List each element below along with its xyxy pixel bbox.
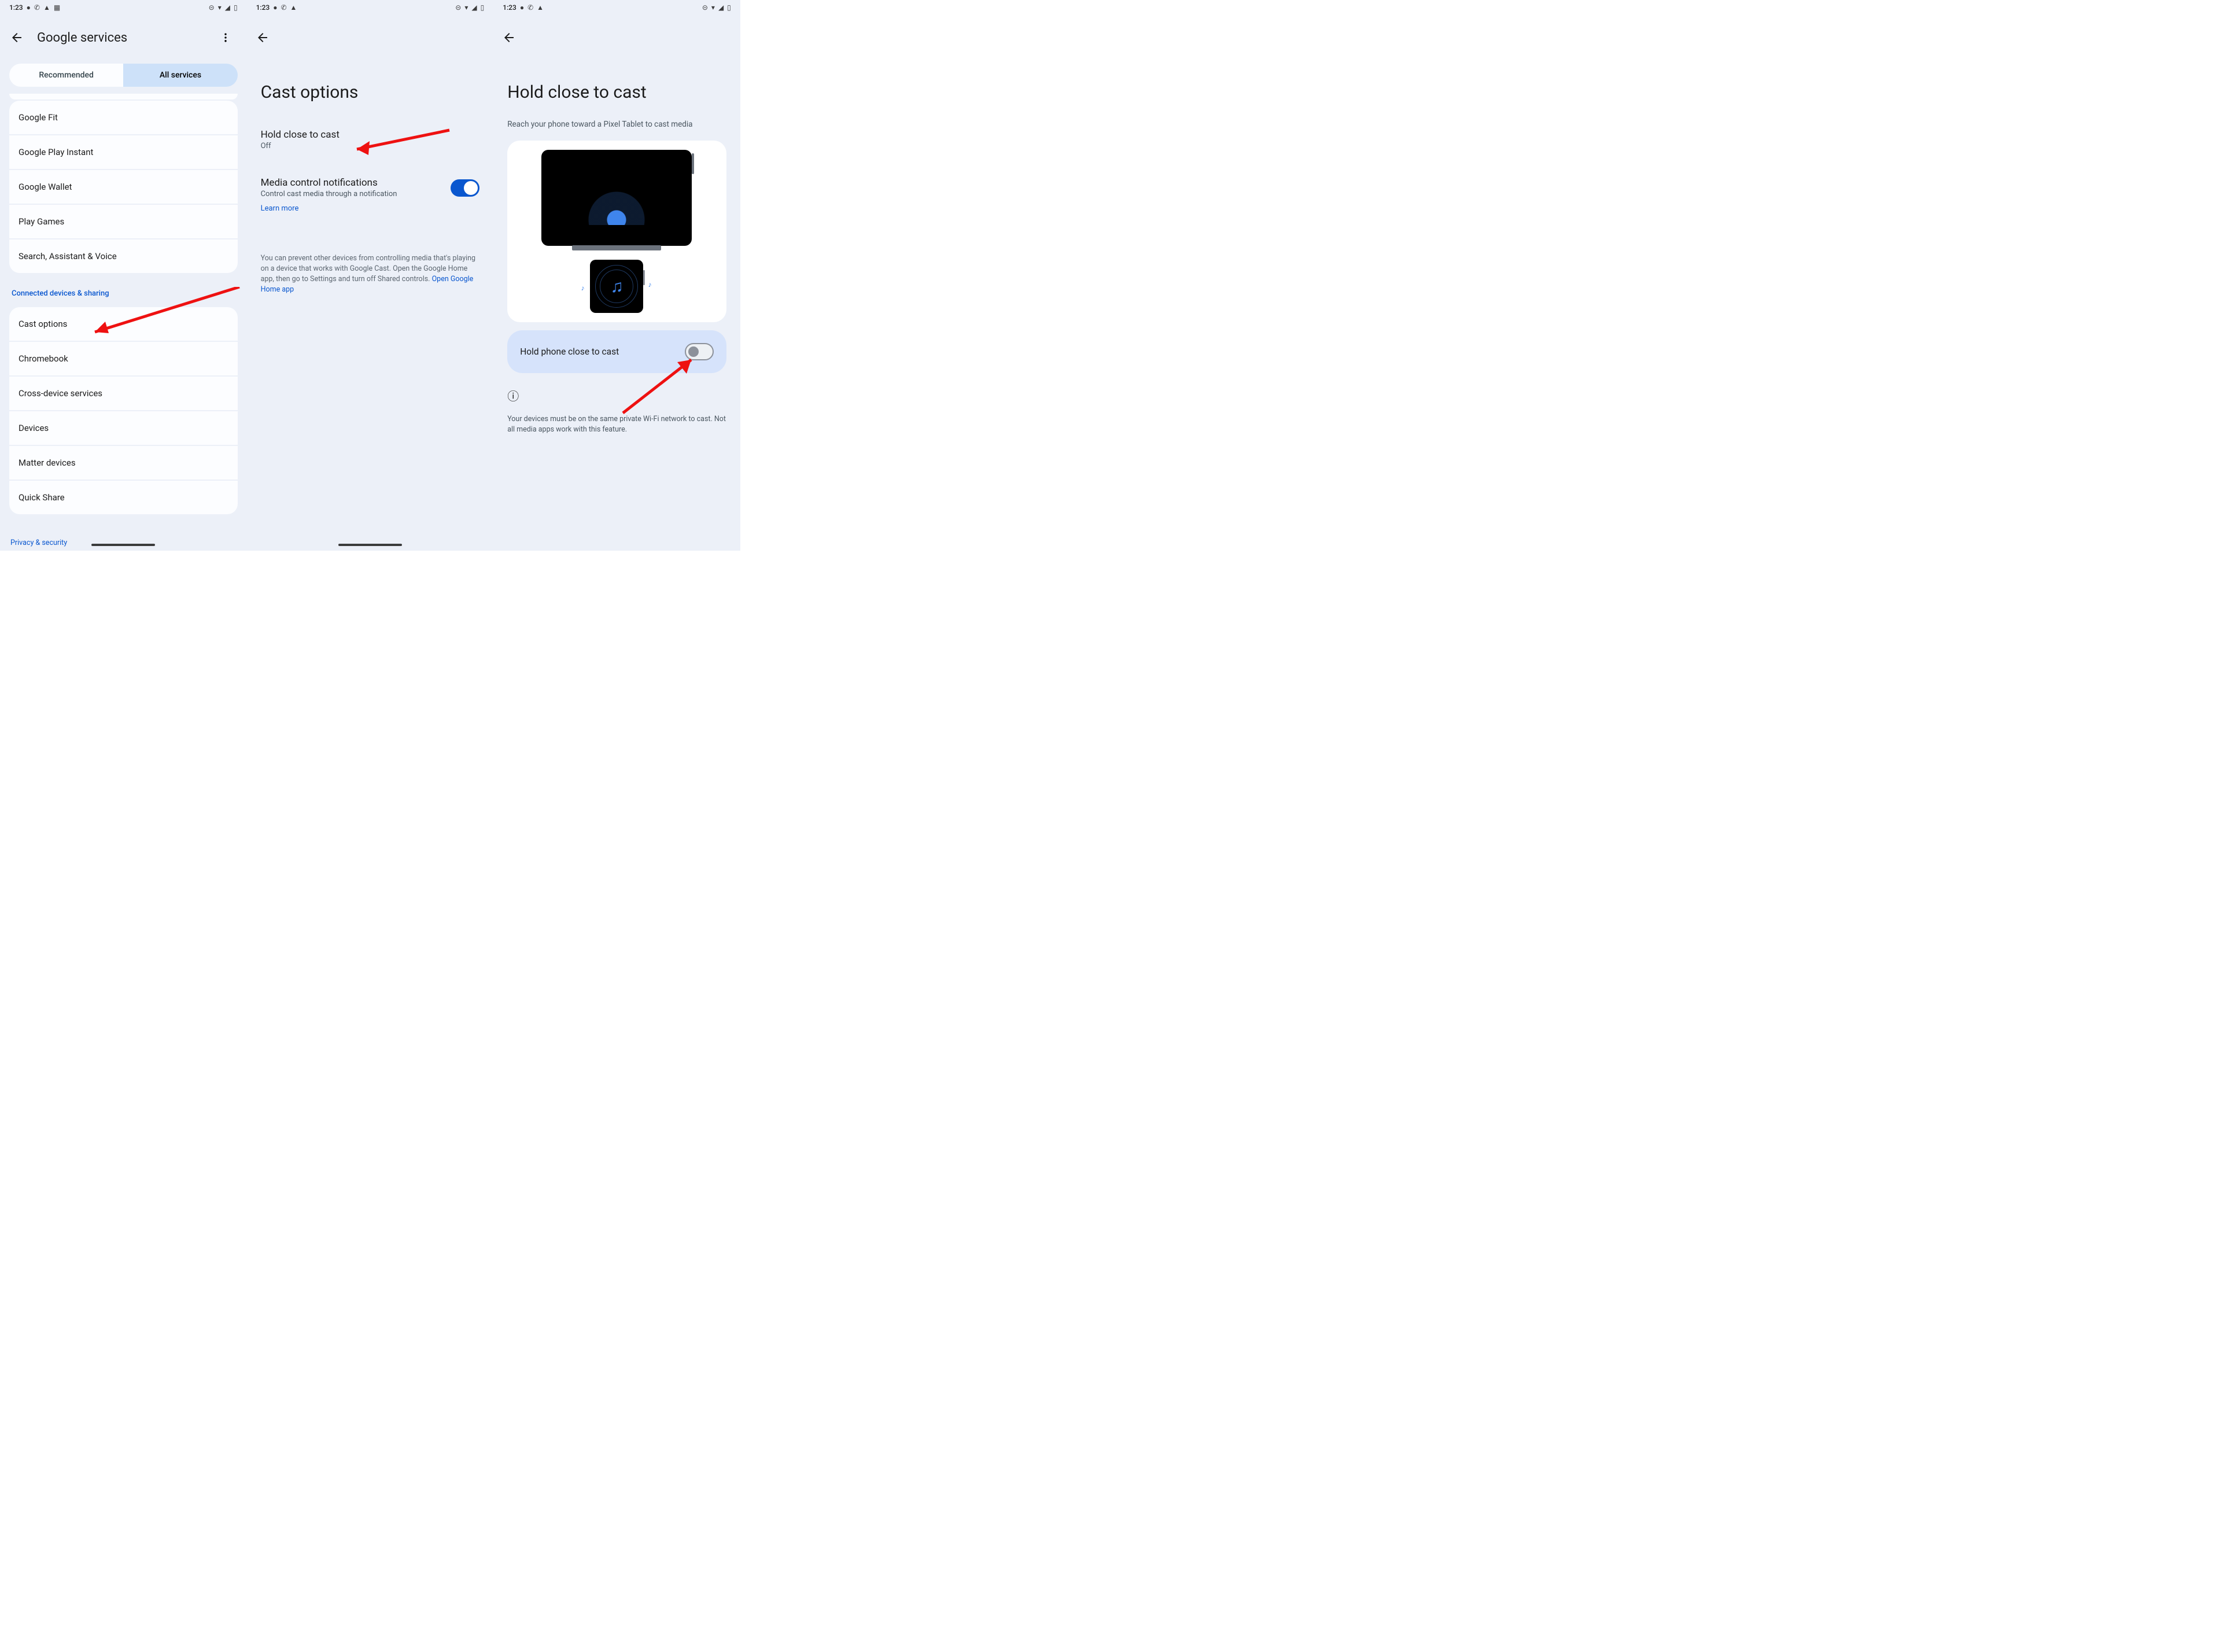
row-media-control-notifications[interactable]: Media control notifications Control cast… xyxy=(247,168,494,201)
app-bar xyxy=(247,14,494,53)
app-icon: ▦ xyxy=(54,4,60,11)
row-google-fit[interactable]: Google Fit xyxy=(9,101,238,134)
app-bar xyxy=(493,14,740,53)
privacy-security-header: Privacy & security xyxy=(10,539,67,547)
illustration-card: ♫ ♪ ♪ xyxy=(507,141,726,322)
call-icon: ✆ xyxy=(34,4,40,11)
gesture-bar[interactable] xyxy=(91,544,155,546)
services-group-1: Google Fit Google Play Instant Google Wa… xyxy=(9,94,238,273)
services-group-2: Cast options Chromebook Cross-device ser… xyxy=(9,307,238,514)
dnd-icon: ⊝ xyxy=(455,4,461,11)
illustration-pulse-icon xyxy=(585,188,648,252)
panel-google-services: 1:23 ● ✆ ▲ ▦ ⊝ ▾ ◢ ▯ Google services Rec… xyxy=(0,0,247,551)
back-button[interactable] xyxy=(250,25,275,50)
back-arrow-icon xyxy=(502,31,516,45)
panel-cast-options: 1:23 ● ✆ ▲ ⊝ ▾ ◢ ▯ Cast options Hold clo… xyxy=(247,0,494,551)
warning-icon: ▲ xyxy=(537,4,544,11)
tab-recommended[interactable]: Recommended xyxy=(9,64,123,87)
back-button[interactable] xyxy=(5,25,29,50)
page-subtitle: Reach your phone toward a Pixel Tablet t… xyxy=(507,120,726,129)
battery-icon: ▯ xyxy=(481,4,485,11)
row-search-assistant-voice[interactable]: Search, Assistant & Voice xyxy=(9,239,238,273)
row-matter-devices[interactable]: Matter devices xyxy=(9,446,238,480)
warning-icon: ▲ xyxy=(290,4,297,11)
card-top-sliver xyxy=(9,94,238,99)
page-title: Google services xyxy=(37,31,127,45)
clock: 1:23 xyxy=(9,3,23,12)
status-bar: 1:23 ● ✆ ▲ ⊝ ▾ ◢ ▯ xyxy=(493,0,740,14)
clock: 1:23 xyxy=(256,3,270,12)
media-notifications-switch[interactable] xyxy=(451,179,479,197)
status-bar: 1:23 ● ✆ ▲ ⊝ ▾ ◢ ▯ xyxy=(247,0,494,14)
back-button[interactable] xyxy=(497,25,521,50)
learn-more-link[interactable]: Learn more xyxy=(261,204,480,213)
overflow-button[interactable] xyxy=(213,25,238,50)
tabs-segment: Recommended All services xyxy=(9,64,238,87)
warning-icon: ▲ xyxy=(43,4,50,11)
dnd-icon: ⊝ xyxy=(209,4,215,11)
gesture-bar[interactable] xyxy=(338,544,402,546)
row-quick-share[interactable]: Quick Share xyxy=(9,481,238,514)
battery-icon: ▯ xyxy=(727,4,731,11)
wifi-icon: ▾ xyxy=(464,4,468,11)
page-title: Hold close to cast xyxy=(507,82,726,102)
wifi-icon: ▾ xyxy=(711,4,715,11)
call-icon: ✆ xyxy=(281,4,286,11)
row-hold-close-to-cast[interactable]: Hold close to cast Off xyxy=(247,120,494,153)
row-cross-device-services[interactable]: Cross-device services xyxy=(9,377,238,410)
cloud-icon: ● xyxy=(27,4,31,11)
clock: 1:23 xyxy=(503,3,516,12)
row-google-wallet[interactable]: Google Wallet xyxy=(9,170,238,204)
row-subtitle: Control cast media through a notificatio… xyxy=(261,190,397,198)
dnd-icon: ⊝ xyxy=(702,4,708,11)
music-note-mini-icon: ♪ xyxy=(581,284,584,292)
hold-close-switch[interactable] xyxy=(685,343,714,360)
signal-icon: ◢ xyxy=(471,4,477,11)
cloud-icon: ● xyxy=(273,4,277,11)
row-chromebook[interactable]: Chromebook xyxy=(9,342,238,375)
footnote: Your devices must be on the same private… xyxy=(507,414,726,435)
wifi-icon: ▾ xyxy=(218,4,222,11)
battery-icon: ▯ xyxy=(234,4,238,11)
panel-hold-close-to-cast: 1:23 ● ✆ ▲ ⊝ ▾ ◢ ▯ Hold close to cast Re… xyxy=(493,0,740,551)
row-cast-options[interactable]: Cast options xyxy=(9,307,238,341)
row-subtitle: Off xyxy=(261,142,340,150)
row-title: Hold close to cast xyxy=(261,129,340,141)
tab-all-services[interactable]: All services xyxy=(123,64,237,87)
info-icon: ⓘ xyxy=(507,387,740,404)
row-google-play-instant[interactable]: Google Play Instant xyxy=(9,135,238,169)
toggle-label: Hold phone close to cast xyxy=(520,346,619,357)
row-devices[interactable]: Devices xyxy=(9,411,238,445)
signal-icon: ◢ xyxy=(718,4,724,11)
hold-close-toggle-card: Hold phone close to cast xyxy=(507,330,726,373)
signal-icon: ◢ xyxy=(225,4,230,11)
status-bar: 1:23 ● ✆ ▲ ▦ ⊝ ▾ ◢ ▯ xyxy=(0,0,247,14)
call-icon: ✆ xyxy=(527,4,533,11)
back-arrow-icon xyxy=(10,31,24,45)
illustration-tablet xyxy=(541,150,692,246)
app-bar: Google services xyxy=(0,14,247,61)
back-arrow-icon xyxy=(256,31,270,45)
illustration-phone: ♫ ♪ ♪ xyxy=(590,260,643,313)
info-paragraph: You can prevent other devices from contr… xyxy=(261,253,480,296)
row-play-games[interactable]: Play Games xyxy=(9,205,238,238)
music-note-mini-icon: ♪ xyxy=(648,281,651,289)
page-title: Cast options xyxy=(261,82,480,102)
more-vert-icon xyxy=(220,32,231,43)
connected-devices-header: Connected devices & sharing xyxy=(12,289,235,298)
music-note-icon: ♫ xyxy=(610,276,623,297)
cloud-icon: ● xyxy=(520,4,524,11)
row-title: Media control notifications xyxy=(261,177,397,189)
